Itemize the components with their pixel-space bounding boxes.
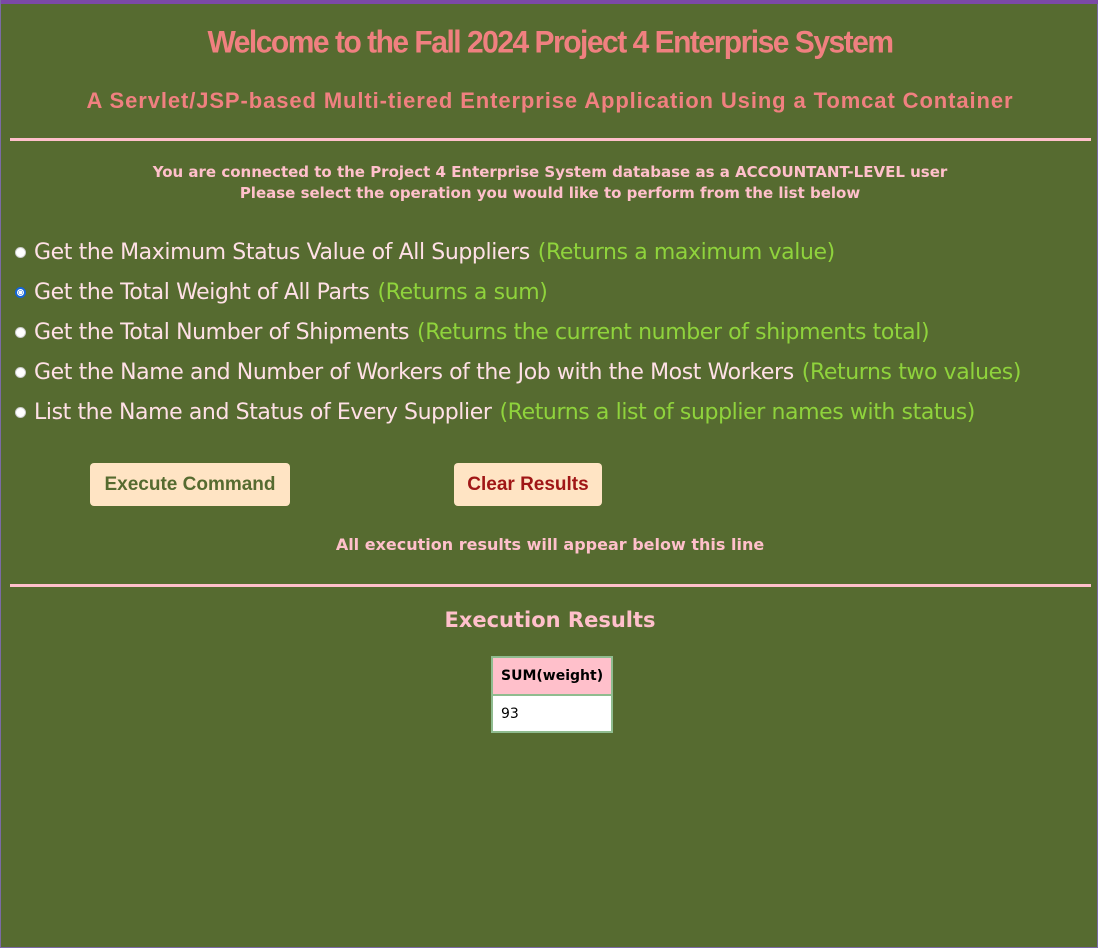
option-label[interactable]: Get the Total Number of Shipments	[34, 320, 409, 345]
option-note: (Returns a maximum value)	[537, 239, 835, 265]
option-note: (Returns a sum)	[377, 279, 548, 305]
results-table: SUM(weight) 93	[491, 656, 614, 733]
page-subtitle: A Servlet/JSP-based Multi-tiered Enterpr…	[86, 88, 1014, 113]
results-heading: Execution Results	[444, 608, 656, 632]
table-cell: 93	[492, 695, 613, 732]
radio-button[interactable]	[15, 406, 26, 418]
option-most-workers[interactable]: Get the Name and Number of Workers of th…	[15, 352, 1095, 392]
radio-button[interactable]	[15, 246, 26, 258]
option-label[interactable]: Get the Total Weight of All Parts	[34, 280, 370, 305]
radio-button[interactable]	[15, 326, 26, 338]
execute-command-button[interactable]: Execute Command	[90, 463, 290, 506]
option-label[interactable]: List the Name and Status of Every Suppli…	[34, 400, 492, 425]
connection-info: You are connected to the Project 4 Enter…	[1, 162, 1098, 204]
radio-button-selected[interactable]	[15, 286, 26, 298]
operation-options: Get the Maximum Status Value of All Supp…	[15, 232, 1095, 432]
column-header: SUM(weight)	[492, 657, 613, 696]
clear-results-button[interactable]: Clear Results	[454, 463, 602, 506]
table-header-row: SUM(weight)	[492, 657, 613, 696]
option-supplier-list[interactable]: List the Name and Status of Every Suppli…	[15, 392, 1095, 432]
option-note: (Returns the current number of shipments…	[417, 319, 930, 345]
option-note: (Returns a list of supplier names with s…	[499, 399, 975, 425]
connection-status-text: You are connected to the Project 4 Enter…	[152, 163, 948, 181]
option-total-shipments[interactable]: Get the Total Number of Shipments (Retur…	[15, 312, 1095, 352]
table-row: 93	[492, 695, 613, 732]
option-label[interactable]: Get the Name and Number of Workers of th…	[34, 360, 794, 385]
radio-button[interactable]	[15, 366, 26, 378]
results-note: All execution results will appear below …	[335, 535, 765, 554]
top-border	[1, 0, 1098, 4]
option-label[interactable]: Get the Maximum Status Value of All Supp…	[34, 240, 530, 265]
option-max-status[interactable]: Get the Maximum Status Value of All Supp…	[15, 232, 1095, 272]
option-note: (Returns two values)	[801, 359, 1022, 385]
option-total-weight[interactable]: Get the Total Weight of All Parts (Retur…	[15, 272, 1095, 312]
header-divider	[10, 138, 1091, 141]
page-title: Welcome to the Fall 2024 Project 4 Enter…	[207, 25, 894, 60]
results-divider	[10, 584, 1091, 587]
operation-instructions: Please select the operation you would li…	[239, 184, 861, 202]
